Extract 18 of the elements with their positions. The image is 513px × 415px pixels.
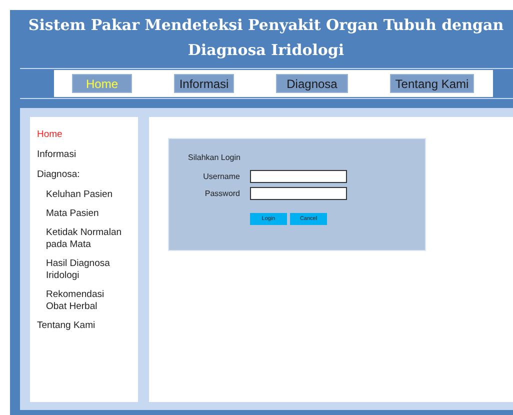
sidebar-sublink[interactable]: Mata Pasien [46,208,124,220]
sidebar-link[interactable]: Home [37,129,138,141]
field-label: Password [204,189,240,198]
sidebar-link[interactable]: Diagnosa: [37,169,138,181]
nav-button[interactable]: Diagnosa [276,74,348,93]
sidebar-sublink[interactable]: Hasil Diagnosa Iridologi [46,258,124,282]
sidebar-link[interactable]: Informasi [37,149,138,161]
sidebar-sublink[interactable]: Keluhan Pasien [46,189,124,201]
field-label: Username [202,172,240,181]
site-title: Sistem Pakar Mendeteksi Penyakit Organ Tubuh dengan Diagnosa Iridologi [27,15,505,61]
login-heading: Silahkan Login [188,153,242,162]
sidebar-sublink[interactable]: Ketidak Normalan pada Mata [46,227,124,251]
input-field[interactable] [250,170,347,183]
input-field[interactable] [250,187,347,200]
sidebar-sublink[interactable]: Rekomendasi Obat Herbal [46,289,124,313]
nav-button[interactable]: Tentang Kami [390,74,474,93]
nav-button[interactable]: Informasi [174,74,234,93]
sidebar-link[interactable]: Tentang Kami [37,320,138,332]
